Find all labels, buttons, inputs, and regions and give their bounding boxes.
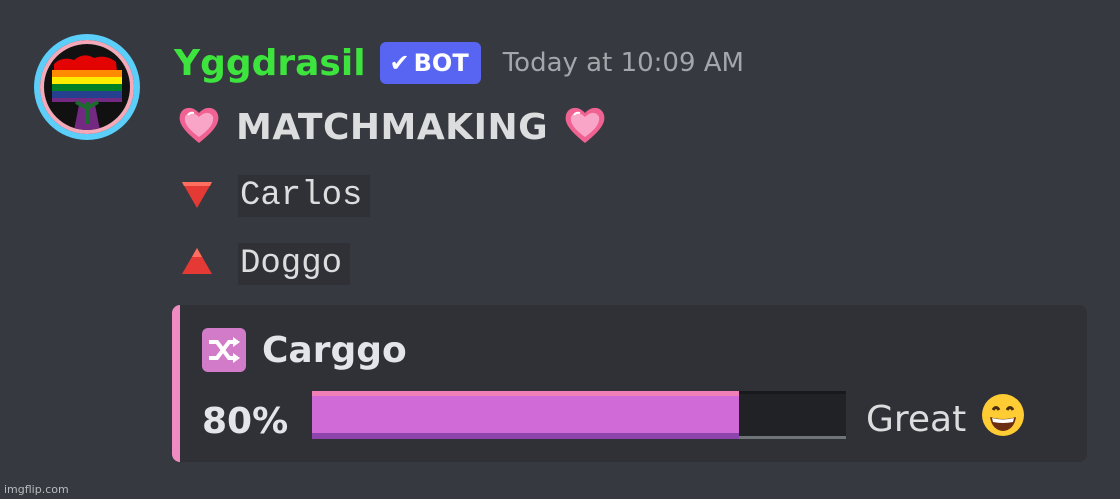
person-line-2: Doggo (180, 240, 351, 288)
person-name-2: Doggo (238, 243, 351, 285)
match-percent: 80% (202, 400, 289, 442)
grinning-face-icon (980, 392, 1026, 447)
red-down-triangle-icon (180, 178, 214, 214)
message-timestamp[interactable]: Today at 10:09 AM (503, 48, 744, 78)
heart-icon (562, 103, 608, 151)
avatar[interactable] (34, 34, 140, 140)
message-header: Yggdrasil ✔ BOT Today at 10:09 AM (174, 38, 744, 88)
bot-badge: ✔ BOT (379, 42, 481, 84)
rainbow-tree-icon (44, 44, 130, 130)
username[interactable]: Yggdrasil (174, 43, 366, 84)
message-title: MATCHMAKING (236, 106, 549, 148)
match-progress-fill (312, 391, 740, 439)
match-rating: Great (866, 391, 1026, 447)
match-progress-bar (312, 391, 846, 439)
match-embed: Carggo 80% Great (172, 305, 1087, 462)
check-icon: ✔ (389, 49, 410, 77)
embed-title-row: Carggo (202, 327, 407, 373)
watermark: imgflip.com (4, 483, 69, 496)
person-name-1: Carlos (238, 175, 371, 217)
avatar-image (44, 44, 130, 130)
heart-icon (176, 103, 222, 151)
message-title-line: MATCHMAKING (176, 100, 608, 154)
shuffle-icon (202, 328, 246, 372)
bot-badge-label: BOT (413, 49, 469, 77)
embed-accent-bar (172, 305, 180, 462)
embed-title: Carggo (262, 329, 407, 371)
rating-label: Great (866, 398, 967, 440)
person-line-1: Carlos (180, 172, 371, 220)
red-up-triangle-icon (180, 246, 214, 282)
